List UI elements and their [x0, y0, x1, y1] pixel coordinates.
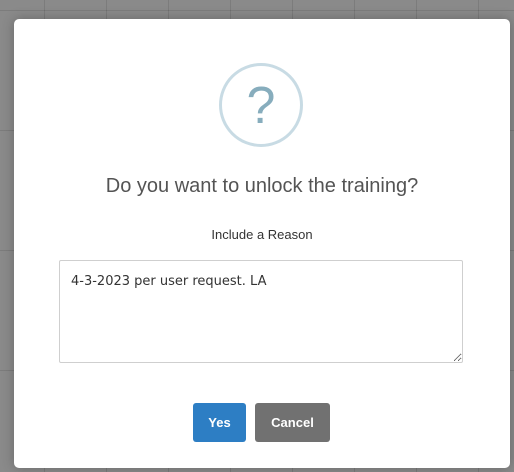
cancel-button[interactable]: Cancel	[255, 403, 330, 442]
question-mark-glyph: ?	[246, 77, 276, 135]
dialog-title: Do you want to unlock the training?	[105, 175, 419, 197]
question-mark-icon: ?	[219, 63, 303, 147]
reason-textarea[interactable]: 4-3-2023 per user request. LA	[59, 260, 463, 363]
unlock-training-dialog: ? Do you want to unlock the training? In…	[14, 19, 510, 468]
yes-button[interactable]: Yes	[193, 403, 246, 442]
reason-label: Include a Reason	[211, 227, 313, 242]
